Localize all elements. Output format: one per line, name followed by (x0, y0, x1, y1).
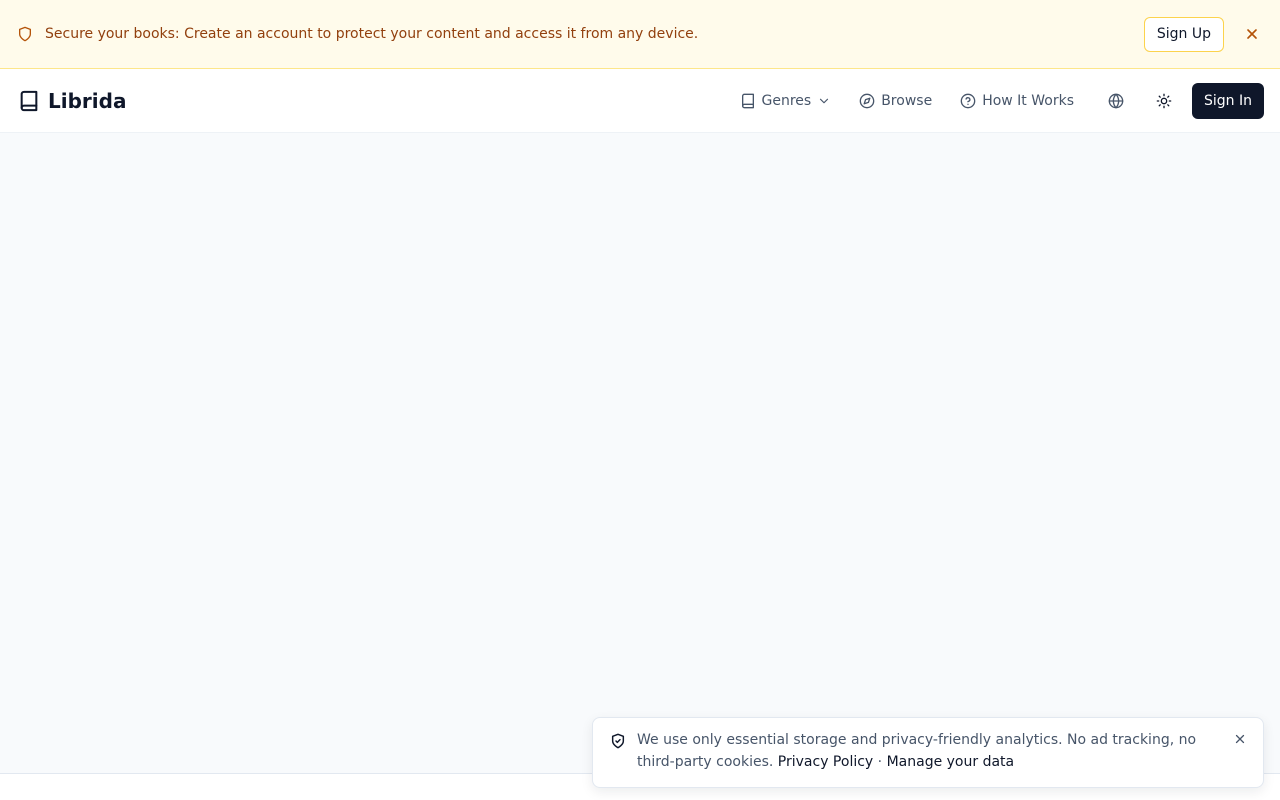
main-content (0, 134, 1280, 773)
nav-browse[interactable]: Browse (851, 83, 940, 119)
sign-up-button[interactable]: Sign Up (1143, 16, 1224, 52)
main-nav: Genres Browse How It Works Sign In (732, 82, 1264, 119)
language-button[interactable] (1098, 83, 1134, 119)
sun-icon (1156, 93, 1172, 109)
privacy-notice: We use only essential storage and privac… (592, 717, 1264, 788)
help-circle-icon (960, 93, 976, 109)
book-icon (740, 93, 756, 109)
shield-icon (17, 26, 33, 42)
sign-in-button[interactable]: Sign In (1192, 82, 1264, 119)
account-banner: Secure your books: Create an account to … (0, 0, 1280, 69)
nav-browse-label: Browse (881, 92, 933, 109)
link-separator: · (877, 754, 883, 770)
nav-genres-dropdown[interactable]: Genres (732, 83, 840, 119)
theme-toggle-button[interactable] (1146, 83, 1182, 119)
brand-name: Librida (48, 88, 127, 113)
close-icon[interactable] (1231, 730, 1249, 748)
nav-how-it-works-label: How It Works (982, 92, 1074, 109)
manage-data-link[interactable]: Manage your data (887, 754, 1015, 770)
globe-icon (1108, 93, 1124, 109)
compass-icon (859, 93, 875, 109)
site-header: Librida Genres Browse How It Works Sign … (0, 69, 1280, 133)
shield-check-icon (610, 733, 626, 749)
nav-genres-label: Genres (761, 92, 812, 109)
banner-message: Secure your books: Create an account to … (45, 26, 699, 42)
nav-how-it-works[interactable]: How It Works (952, 83, 1082, 119)
close-icon[interactable] (1238, 20, 1266, 48)
book-icon (18, 90, 40, 112)
chevron-down-icon (817, 94, 831, 108)
privacy-notice-text: We use only essential storage and privac… (637, 729, 1219, 773)
privacy-policy-link[interactable]: Privacy Policy (778, 754, 873, 770)
brand-logo-link[interactable]: Librida (18, 89, 126, 113)
